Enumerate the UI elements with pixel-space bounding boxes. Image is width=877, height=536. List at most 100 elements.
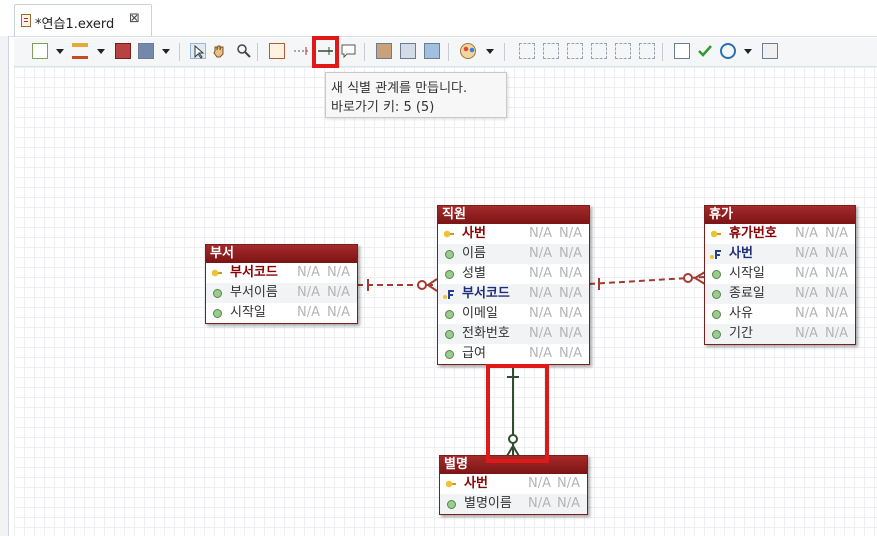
attribute-icon [213, 289, 222, 298]
tooltip-description: 새 식별 관계를 만듭니다. [331, 81, 468, 96]
attribute-row[interactable]: 성별 N/A N/A [438, 264, 589, 284]
attribute-name: 성별 [462, 266, 486, 281]
tooltip-shortcut: 바로가기 키: 5 (5) [331, 100, 435, 115]
attribute-name: 전화번호 [462, 326, 510, 341]
attribute-name: 휴가번호 [729, 226, 777, 241]
attribute-name: 사번 [462, 226, 486, 241]
attribute-name: 부서이름 [230, 285, 278, 300]
attribute-domain: N/A [528, 476, 551, 491]
attribute-row[interactable]: 이메일 N/A N/A [438, 304, 589, 324]
attribute-name: 사번 [729, 246, 753, 261]
attribute-icon [712, 270, 721, 279]
attribute-icon [712, 330, 721, 339]
relation-mark-zero [683, 273, 693, 283]
attribute-icon [213, 309, 222, 318]
attribute-name: 사번 [464, 476, 488, 491]
relation-mark-zero [417, 280, 427, 290]
attribute-type: N/A [559, 266, 582, 281]
attribute-name: 부서코드 [462, 286, 510, 301]
attribute-row[interactable]: 휴가번호 N/A N/A [705, 224, 855, 244]
attribute-row[interactable]: 부서코드 N/A N/A [206, 263, 357, 283]
attribute-name: 이메일 [462, 306, 498, 321]
attribute-type: N/A [825, 306, 848, 321]
attribute-row[interactable]: 사번 N/A N/A [440, 474, 587, 494]
primary-key-icon [444, 229, 454, 239]
attribute-type: N/A [559, 246, 582, 261]
attribute-row[interactable]: 사번 N/A N/A [705, 244, 855, 264]
attribute-row[interactable]: 별명이름 N/A N/A [440, 494, 587, 514]
attribute-domain: N/A [795, 306, 818, 321]
attribute-row[interactable]: 전화번호 N/A N/A [438, 324, 589, 344]
entity-휴가[interactable]: 휴가 휴가번호 N/A N/A 사번 N/A N/A 시작일 N/A N/A 종료일 N/A N/A 사유… [704, 205, 856, 345]
attribute-row[interactable]: 종료일 N/A N/A [705, 284, 855, 304]
attribute-icon [445, 350, 454, 359]
attribute-icon [447, 500, 456, 509]
attribute-type: N/A [559, 326, 582, 341]
attribute-name: 사유 [729, 306, 753, 321]
attribute-name: 부서코드 [230, 265, 278, 280]
attribute-name: 종료일 [729, 286, 765, 301]
attribute-type: N/A [559, 226, 582, 241]
attribute-type: N/A [825, 226, 848, 241]
attribute-icon [712, 290, 721, 299]
attribute-type: N/A [327, 265, 350, 280]
attribute-name: 이름 [462, 246, 486, 261]
entity-title: 부서 [206, 245, 357, 263]
attribute-row[interactable]: 시작일 N/A N/A [705, 264, 855, 284]
primary-foreign-key-icon [446, 479, 456, 489]
primary-key-icon [212, 268, 222, 278]
attribute-domain: N/A [297, 285, 320, 300]
attribute-row[interactable]: 사유 N/A N/A [705, 304, 855, 324]
attribute-name: 기간 [729, 326, 753, 341]
entity-직원[interactable]: 직원사번 N/A N/A 이름 N/A N/A 성별 N/A N/A 부서코드 N/A N/A 이메일 N… [437, 205, 590, 365]
entity-title: 휴가 [705, 206, 855, 224]
attribute-type: N/A [557, 496, 580, 511]
primary-key-icon [711, 229, 721, 239]
attribute-type: N/A [559, 286, 582, 301]
attribute-domain: N/A [528, 496, 551, 511]
attribute-type: N/A [825, 286, 848, 301]
entity-title: 직원 [438, 206, 589, 224]
attribute-domain: N/A [297, 265, 320, 280]
entity-부서[interactable]: 부서부서코드 N/A N/A 부서이름 N/A N/A 시작일 N/A N/A [205, 244, 358, 324]
attribute-name: 시작일 [230, 305, 266, 320]
attribute-icon [712, 310, 721, 319]
attribute-type: N/A [559, 306, 582, 321]
foreign-key-icon [443, 289, 454, 299]
attribute-icon [445, 310, 454, 319]
attribute-domain: N/A [529, 346, 552, 361]
attribute-icon [445, 270, 454, 279]
attribute-row[interactable]: 부서코드 N/A N/A [438, 284, 589, 304]
attribute-row[interactable]: 부서이름 N/A N/A [206, 283, 357, 303]
attribute-name: 급여 [462, 346, 486, 361]
attribute-domain: N/A [795, 266, 818, 281]
attribute-type: N/A [557, 476, 580, 491]
attribute-domain: N/A [529, 246, 552, 261]
attribute-row[interactable]: 시작일 N/A N/A [206, 303, 357, 323]
attribute-type: N/A [559, 346, 582, 361]
highlight-relationship [486, 364, 549, 463]
attribute-icon [445, 250, 454, 259]
attribute-domain: N/A [795, 226, 818, 241]
attribute-row[interactable]: 이름 N/A N/A [438, 244, 589, 264]
attribute-type: N/A [825, 246, 848, 261]
attribute-domain: N/A [795, 246, 818, 261]
attribute-name: 별명이름 [464, 496, 512, 511]
attribute-domain: N/A [795, 286, 818, 301]
attribute-domain: N/A [529, 226, 552, 241]
attribute-name: 시작일 [729, 266, 765, 281]
attribute-row[interactable]: 사번 N/A N/A [438, 224, 589, 244]
attribute-row[interactable]: 기간 N/A N/A [705, 324, 855, 344]
attribute-type: N/A [327, 305, 350, 320]
attribute-type: N/A [327, 285, 350, 300]
entity-별명[interactable]: 별명 사번 N/A N/A 별명이름 N/A N/A [439, 455, 588, 515]
attribute-domain: N/A [529, 266, 552, 281]
attribute-type: N/A [825, 266, 848, 281]
foreign-key-icon [710, 249, 721, 259]
tooltip: 새 식별 관계를 만듭니다. 바로가기 키: 5 (5) [325, 72, 507, 118]
attribute-row[interactable]: 급여 N/A N/A [438, 344, 589, 364]
attribute-type: N/A [825, 326, 848, 341]
attribute-icon [445, 330, 454, 339]
attribute-domain: N/A [529, 286, 552, 301]
attribute-domain: N/A [297, 305, 320, 320]
